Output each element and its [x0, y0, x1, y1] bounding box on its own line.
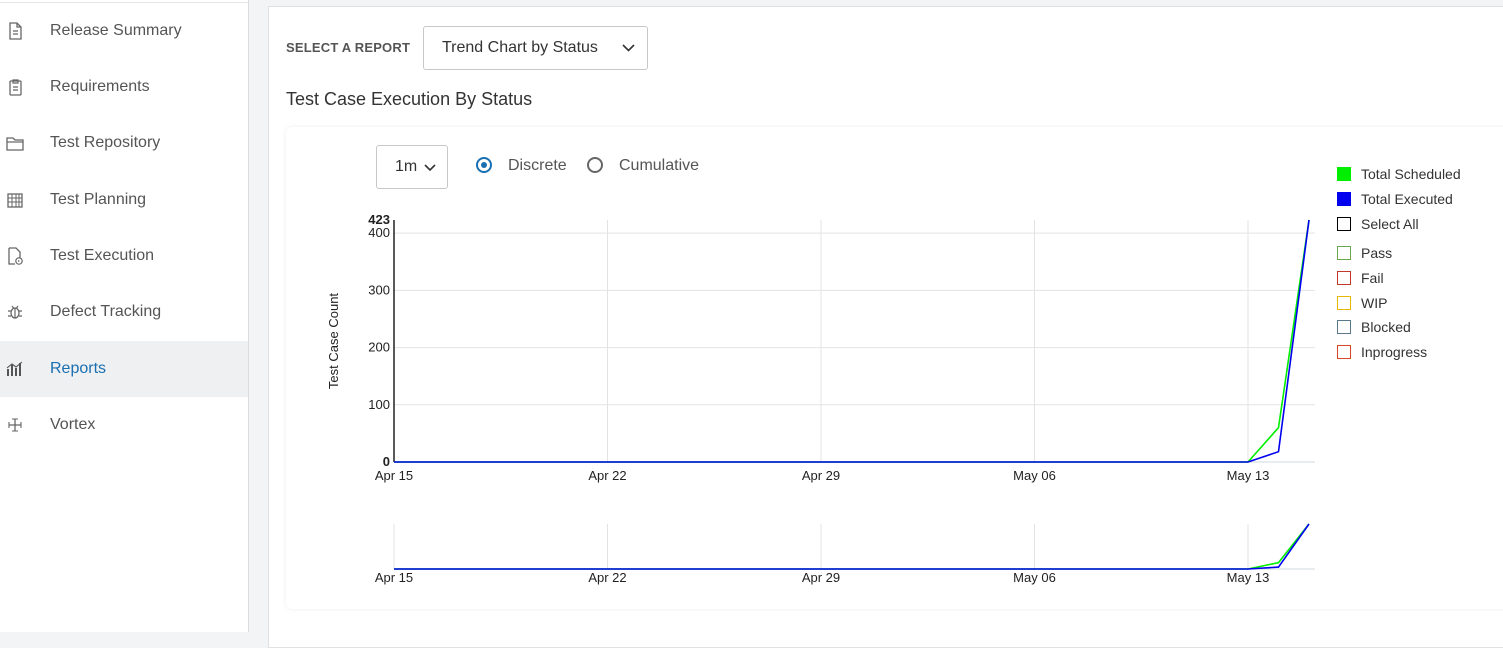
series-line-total-executed [394, 220, 1309, 462]
navigator-x-tick-label: May 06 [1013, 570, 1056, 585]
x-tick-label: May 06 [1013, 468, 1056, 483]
x-tick-label: May 13 [1227, 468, 1270, 483]
x-tick-label: Apr 15 [375, 468, 413, 483]
y-tick-label: 423 [368, 212, 390, 227]
y-tick-label: 300 [368, 282, 390, 297]
navigator-x-tick-label: May 13 [1227, 570, 1270, 585]
navigator-x-tick-label: Apr 22 [588, 570, 626, 585]
y-axis-title: Test Case Count [326, 293, 341, 389]
navigator-series-line [394, 524, 1309, 569]
y-tick-label: 400 [368, 225, 390, 240]
y-tick-label: 200 [368, 340, 390, 355]
series-line-total-scheduled [394, 220, 1309, 462]
x-tick-label: Apr 22 [588, 468, 626, 483]
navigator-x-tick-label: Apr 15 [375, 570, 413, 585]
x-tick-label: Apr 29 [802, 468, 840, 483]
navigator-x-tick-label: Apr 29 [802, 570, 840, 585]
y-tick-label: 0 [383, 454, 390, 469]
trend-chart: Apr 15 Apr 22 Apr 29 May 06 May 13 0 100 200 300… [0, 0, 1503, 632]
navigator-series-line [394, 524, 1309, 569]
y-tick-label: 100 [368, 397, 390, 412]
